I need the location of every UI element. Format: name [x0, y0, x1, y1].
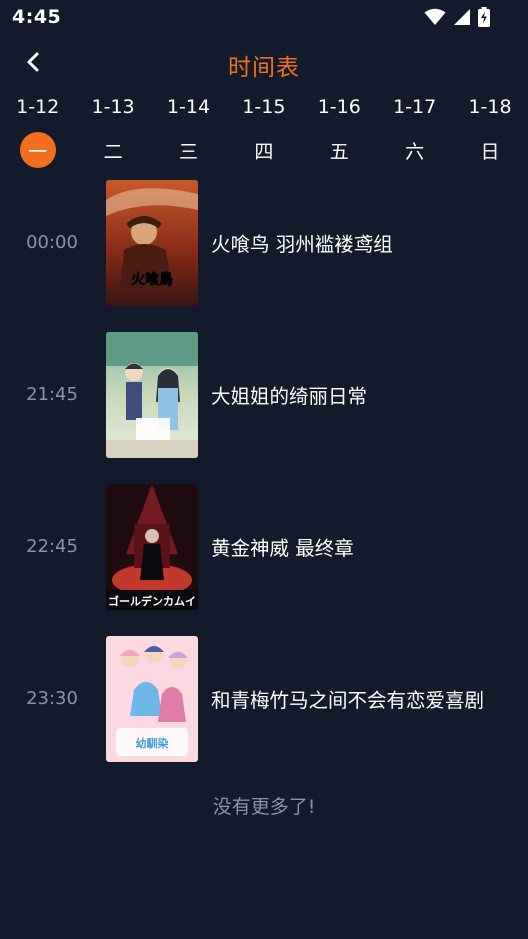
status-icons: [424, 7, 490, 27]
status-bar: 4:45: [0, 0, 528, 36]
day-date: 1-17: [393, 96, 437, 118]
svg-text:火喰鳥: 火喰鳥: [131, 271, 173, 288]
app-screen: 4:45 时间表 1-12 一 1-13 二 1-14 三 1-15 四 1-1…: [0, 0, 528, 939]
day-date: 1-18: [468, 96, 512, 118]
schedule-item[interactable]: 21:45 大姐姐的绮丽日常: [0, 330, 528, 460]
day-weekday: 三: [178, 140, 198, 163]
day-weekday: 四: [254, 140, 274, 163]
day-tab-6[interactable]: 1-17 六: [377, 94, 452, 170]
page-title: 时间表: [228, 55, 300, 81]
svg-text:ゴールデンカムイ: ゴールデンカムイ: [108, 594, 196, 608]
day-tab-5[interactable]: 1-16 五: [302, 94, 377, 170]
day-selector: 1-12 一 1-13 二 1-14 三 1-15 四 1-16 五 1-17 …: [0, 94, 528, 170]
day-date: 1-15: [242, 96, 286, 118]
anime-title: 黄金神威 最终章: [211, 536, 354, 560]
day-weekday: 六: [405, 140, 425, 163]
battery-charging-icon: [478, 7, 490, 27]
day-tab-2[interactable]: 1-13 二: [75, 94, 150, 170]
day-weekday: 日: [480, 140, 500, 163]
anime-title: 大姐姐的绮丽日常: [211, 384, 368, 408]
air-time: 21:45: [26, 383, 78, 405]
day-tab-1[interactable]: 1-12 一: [0, 94, 75, 170]
day-tab-4[interactable]: 1-15 四: [226, 94, 301, 170]
air-time: 00:00: [26, 231, 78, 253]
anime-cover-image: 幼馴染: [106, 636, 198, 762]
schedule-item[interactable]: 23:30 幼馴染 和青梅竹马之间不会有恋爱喜剧: [0, 634, 528, 764]
anime-cover-image: 火喰鳥: [106, 180, 198, 306]
day-tab-3[interactable]: 1-14 三: [151, 94, 226, 170]
anime-cover-image: ゴールデンカムイ: [106, 484, 198, 610]
cellular-signal-icon: [453, 8, 471, 26]
anime-cover-image: [106, 332, 198, 458]
status-time: 4:45: [12, 6, 62, 28]
schedule-item[interactable]: 22:45 ゴールデンカムイ 黄金神威 最终章: [0, 482, 528, 612]
day-date: 1-16: [317, 96, 361, 118]
top-app-bar: 时间表: [0, 36, 528, 92]
day-weekday: 一: [19, 132, 56, 168]
wifi-icon: [424, 8, 446, 26]
day-date: 1-12: [16, 96, 60, 118]
anime-title: 和青梅竹马之间不会有恋爱喜剧: [211, 688, 485, 712]
end-of-list-text: 没有更多了!: [212, 796, 316, 818]
air-time: 22:45: [26, 535, 78, 557]
day-date: 1-14: [166, 96, 211, 118]
day-weekday: 二: [103, 140, 123, 163]
day-date: 1-13: [91, 96, 135, 118]
day-weekday: 五: [329, 140, 349, 163]
svg-text:幼馴染: 幼馴染: [136, 736, 170, 750]
day-tab-7[interactable]: 1-18 日: [452, 94, 527, 170]
anime-title: 火喰鸟 羽州褴褛鸢组: [211, 232, 393, 256]
air-time: 23:30: [26, 687, 78, 709]
schedule-item[interactable]: 00:00 火喰鳥 火喰鸟 羽州褴褛鸢组: [0, 178, 528, 308]
